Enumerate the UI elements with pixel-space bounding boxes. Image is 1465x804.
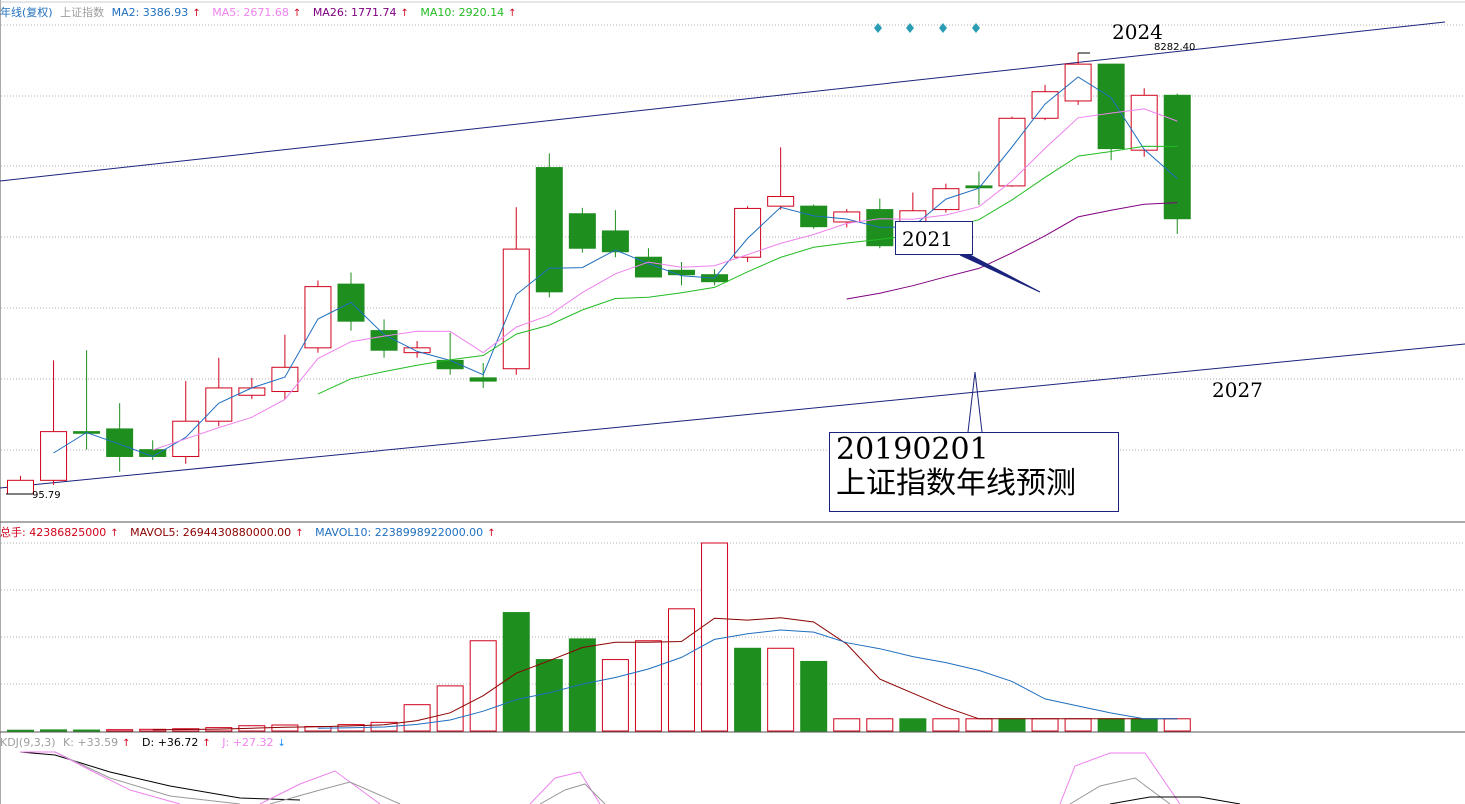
candle-body [304,286,332,349]
ma10-line [317,145,1178,395]
kdj-j-line [20,751,181,804]
low-price-label: 95.79 [32,490,61,501]
forecast-date: 20190201 [836,432,989,467]
volume-bar [469,640,497,732]
volume-bar [800,660,828,732]
volume-bar [998,718,1026,732]
volume-bar [701,542,729,732]
volume-bar [932,718,960,732]
kdj-j-value: J: +27.32 ↓ [222,736,286,749]
kdj-d-line [1109,796,1241,804]
candle-body [1130,94,1158,151]
channel-upper-line [0,21,1446,182]
year-2021-callout: 2021 [895,221,973,255]
callout-leader-2021 [959,254,1041,293]
volume-bar [668,608,695,732]
candle-body [205,387,233,422]
ma10-value: MA10: 2920.14 ↑ [420,6,517,19]
candle-body [833,211,861,223]
volume-bar [899,718,927,732]
volume-bar [767,647,795,732]
kdj-k-line [269,781,401,804]
volume-bar [1130,718,1158,732]
chart-window: 年线(复权) 上证指数 MA2: 3386.93 ↑ MA5: 2671.68 ↑ … [0,0,1465,804]
year-2024-label: 2024 [1112,20,1163,44]
candle-body [998,117,1026,187]
volume-bar [1163,718,1191,732]
volume-bar [833,718,861,732]
kdj-k-value: K: +33.59 ↑ [63,736,131,749]
volume-bar [965,718,993,732]
mavol5-line [152,617,1178,731]
kdj-k-line [20,751,241,804]
volume-bar [734,647,762,732]
candle-body [40,431,68,481]
period-label[interactable]: 年线(复权) [0,6,53,19]
volume-bar [866,718,894,732]
candle-body [1097,63,1125,150]
volume-bar [7,729,34,732]
candle-body [767,196,795,207]
volume-bar [1031,718,1059,732]
candle-body [502,248,530,370]
candle-body [1163,94,1191,220]
kdj-d-value: D: +36.72 ↑ [142,736,211,749]
candle-body [370,330,398,351]
forecast-callout: 20190201 上证指数年线预测 [829,432,1119,512]
volume-bar [634,640,662,732]
volume-bar [106,729,134,732]
ma2-value: MA2: 3386.93 ↑ [111,6,201,19]
forecast-title: 上证指数年线预测 [836,466,1076,501]
volume-bar [1097,718,1125,732]
year-2027-label: 2027 [1212,378,1263,402]
candle-body [568,213,596,249]
price-chart-svg [0,0,1465,804]
kdj-k-line [1069,777,1171,804]
kdj-j-line [1059,752,1181,804]
candle-body [469,377,497,382]
candle-body [106,428,134,457]
ma5-value: MA5: 2671.68 ↑ [212,6,302,19]
ma26-value: MA26: 1771.74 ↑ [312,6,409,19]
high-price-label: 8282.40 [1154,42,1196,53]
kdj-header: KDJ(9,3,3) K: +33.59 ↑ D: +36.72 ↑ J: +27.… [0,734,294,752]
candle-body [601,230,629,253]
volume-bar [601,659,629,732]
kdj-k-line [539,783,606,804]
volume-bar [535,659,563,732]
kdj-name[interactable]: KDJ(9,3,3) [0,736,56,749]
index-name: 上证指数 [60,6,105,19]
candle-body [535,167,563,293]
volume-bar [40,729,68,732]
mavol5-value: MAVOL5: 2694430880000.00 ↑ [130,526,304,539]
total-volume: 总手: 42386825000 ↑ [0,526,119,539]
price-header: 年线(复权) 上证指数 MA2: 3386.93 ↑ MA5: 2671.68 ↑ … [0,4,525,22]
volume-bar [502,612,530,732]
volume-bar [73,729,101,732]
volume-bar [568,638,596,732]
callout-leader-forecast [967,371,983,433]
volume-header: 总手: 42386825000 ↑ MAVOL5: 2694430880000.0… [0,524,504,542]
volume-bar [403,704,431,732]
candle-body [403,347,431,354]
volume-bar [1064,718,1092,732]
mavol10-value: MAVOL10: 2238998922000.00 ↑ [315,526,496,539]
candle-body [7,479,34,495]
candle-body [1031,91,1059,119]
